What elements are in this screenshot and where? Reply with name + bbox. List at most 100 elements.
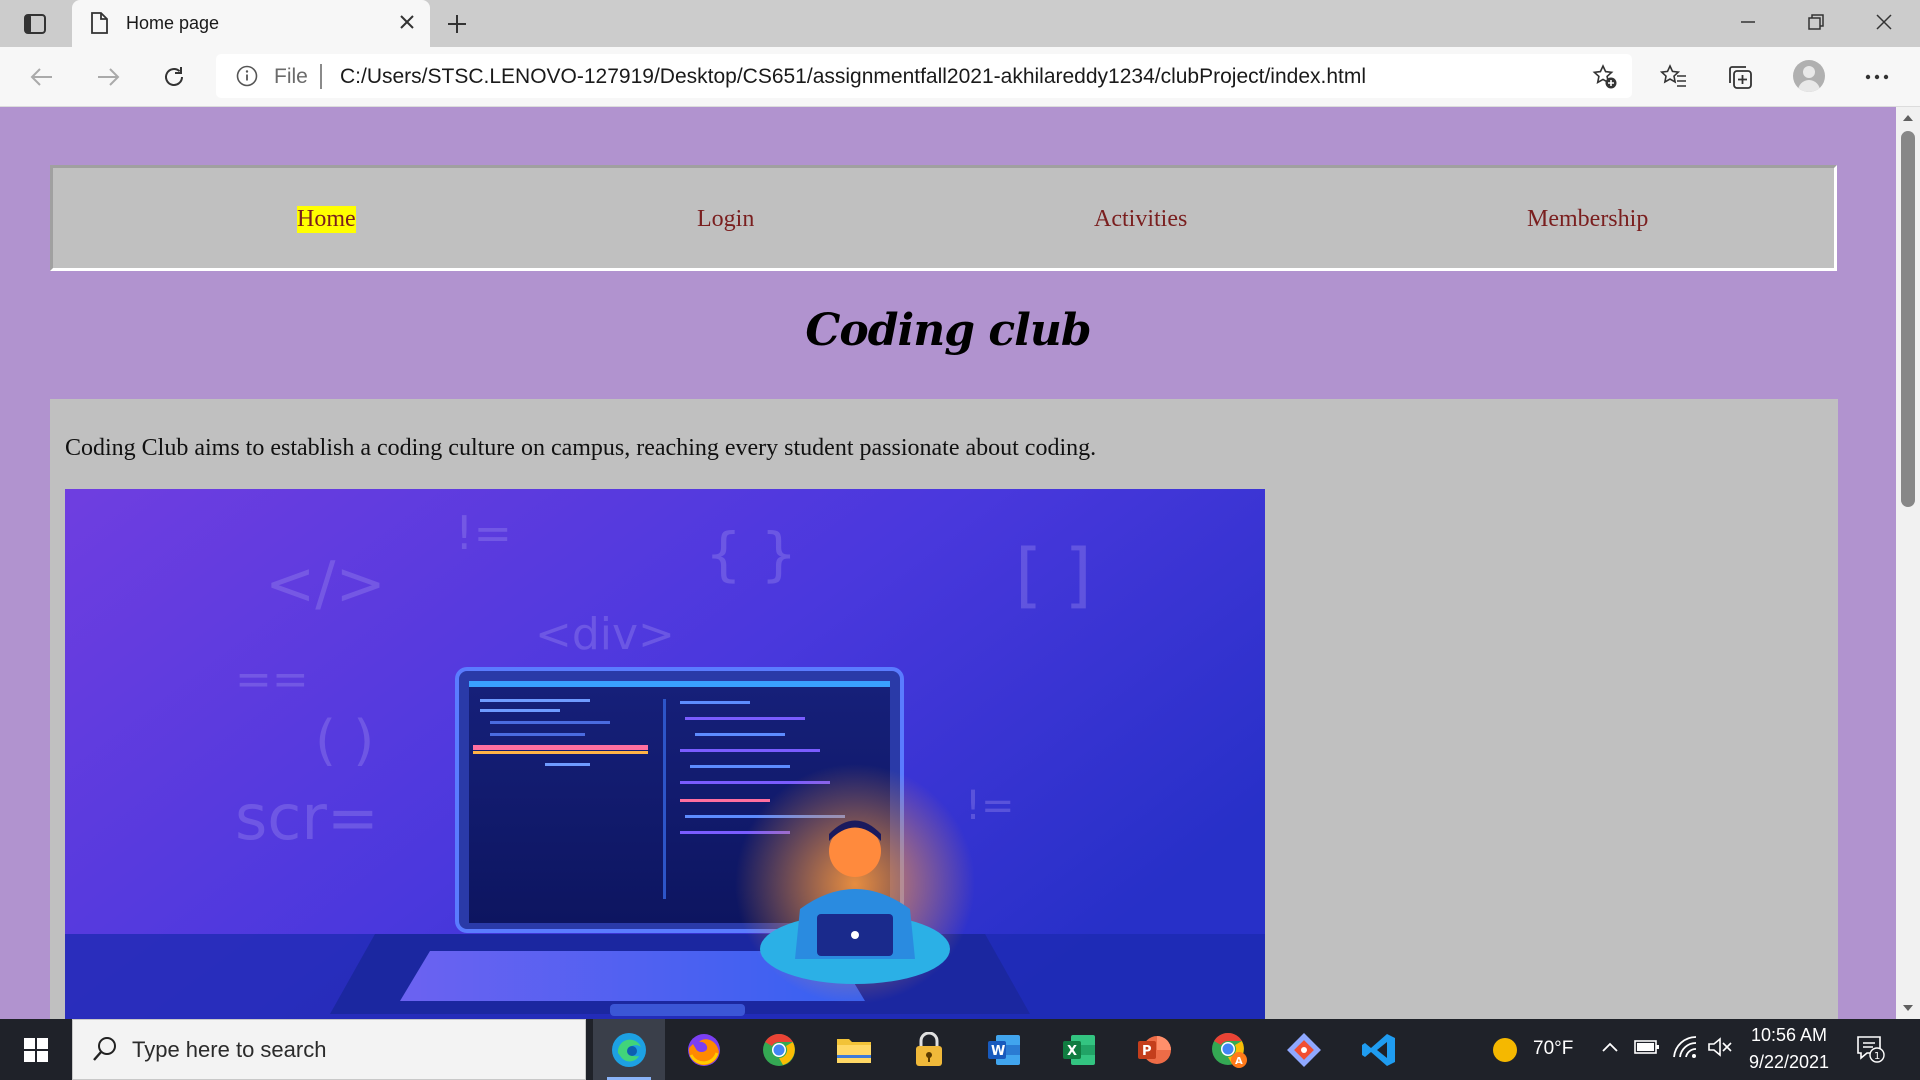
restore-button[interactable] (1782, 0, 1850, 44)
taskbar-vscode[interactable] (1343, 1019, 1415, 1080)
settings-more-button[interactable] (1862, 62, 1892, 92)
refresh-button[interactable] (159, 62, 189, 92)
glyph-neq: != (455, 506, 512, 560)
vscode-icon (1362, 1033, 1395, 1066)
glyph-scr: scr= (235, 781, 379, 854)
scroll-down-arrow-icon[interactable] (1903, 1005, 1913, 1011)
person-illustration (735, 764, 975, 1004)
start-button[interactable] (0, 1019, 72, 1080)
windows-logo-icon (24, 1037, 48, 1062)
refresh-icon (165, 67, 183, 86)
taskbar-powerpoint[interactable]: P (1118, 1019, 1190, 1080)
powerpoint-icon: P (1138, 1035, 1171, 1064)
taskbar-security-app[interactable] (893, 1019, 965, 1080)
action-center-button[interactable]: 1 (1855, 1033, 1885, 1063)
weather-temp[interactable]: 70°F (1533, 1038, 1573, 1060)
chrome-profile-icon: A (1212, 1032, 1247, 1068)
page-title: Coding club (805, 305, 1091, 356)
glyph-braces: { } (705, 520, 797, 588)
glyph-parens: ( ) (315, 709, 374, 772)
lock-icon (916, 1031, 942, 1066)
avatar-body (1798, 80, 1820, 92)
glyph-brackets: [ ] (1015, 534, 1092, 616)
page-icon (91, 12, 108, 34)
excel-icon: X (1063, 1034, 1095, 1065)
taskbar-file-explorer[interactable] (818, 1019, 890, 1080)
volume-muted-icon[interactable] (1707, 1036, 1733, 1058)
battery-icon[interactable] (1634, 1039, 1660, 1055)
notification-count: 1 (1874, 1051, 1880, 1062)
hero-image: </> != { } <div> [ ] == ( ) scr= != (65, 489, 1265, 1019)
taskbar-firefox[interactable] (668, 1019, 740, 1080)
collections-icon (1729, 66, 1752, 89)
browser-tab[interactable]: Home page (72, 0, 430, 47)
favorites-button[interactable] (1659, 62, 1689, 92)
url-scheme: File (274, 65, 308, 88)
close-window-button[interactable] (1850, 0, 1918, 44)
taskbar-chrome-profile[interactable]: A (1193, 1019, 1265, 1080)
taskbar-chrome[interactable] (743, 1019, 815, 1080)
close-icon (1876, 14, 1892, 30)
svg-text:P: P (1142, 1044, 1152, 1059)
tab-actions-icon (24, 14, 46, 34)
svg-text:A: A (1235, 1056, 1243, 1067)
taskbar-git[interactable] (1268, 1019, 1340, 1080)
profile-avatar[interactable] (1793, 60, 1825, 92)
browser-toolbar: File C:/Users/STSC.LENOVO-127919/Desktop… (0, 47, 1920, 107)
glyph-div: <div> (535, 609, 675, 660)
nav-link-home[interactable]: Home (297, 206, 356, 233)
taskbar-search[interactable]: Type here to search (72, 1019, 586, 1080)
nav-link-activities[interactable]: Activities (1094, 206, 1187, 233)
glyph-eq: == (235, 654, 309, 705)
favorites-icon (1660, 64, 1686, 87)
weather-icon[interactable] (1490, 1035, 1520, 1065)
minimize-icon (1741, 21, 1755, 23)
avatar-head (1803, 66, 1815, 78)
forward-button[interactable] (93, 62, 123, 92)
taskbar-excel[interactable]: X (1043, 1019, 1115, 1080)
address-separator (320, 64, 322, 89)
screen-topbar (469, 681, 890, 687)
nav-link-login[interactable]: Login (697, 206, 754, 233)
chrome-icon (763, 1033, 795, 1066)
windows-taskbar: Type here to search W X P A 70°F 10:56 A… (0, 1019, 1920, 1080)
scroll-up-arrow-icon[interactable] (1903, 115, 1913, 121)
more-icon (1865, 74, 1889, 80)
wifi-icon[interactable] (1672, 1035, 1698, 1059)
url-text[interactable]: C:/Users/STSC.LENOVO-127919/Desktop/CS65… (340, 65, 1366, 89)
clock-time[interactable]: 10:56 AM (1744, 1025, 1834, 1046)
minimize-button[interactable] (1714, 0, 1782, 44)
collections-button[interactable] (1725, 62, 1755, 92)
svg-text:W: W (991, 1044, 1005, 1059)
back-button[interactable] (27, 62, 57, 92)
scroll-thumb[interactable] (1901, 131, 1915, 507)
clock-date[interactable]: 9/22/2021 (1734, 1052, 1844, 1073)
add-favorite-icon[interactable] (1592, 64, 1618, 90)
nav-link-membership[interactable]: Membership (1527, 206, 1648, 233)
glyph-neq-right: != (965, 783, 1015, 829)
close-tab-icon[interactable] (398, 13, 416, 31)
search-icon (93, 1037, 116, 1061)
restore-icon (1808, 14, 1824, 30)
tab-actions-button[interactable] (18, 11, 52, 37)
info-icon[interactable] (236, 65, 258, 87)
git-icon (1287, 1032, 1321, 1067)
new-tab-button[interactable] (443, 10, 471, 38)
content-panel: Coding Club aims to establish a coding c… (50, 399, 1838, 1019)
folder-icon (837, 1038, 871, 1063)
svg-text:X: X (1067, 1044, 1077, 1059)
intro-text: Coding Club aims to establish a coding c… (65, 435, 1097, 461)
laptop-trackpad (610, 1004, 745, 1016)
notification-icon: 1 (1857, 1036, 1885, 1063)
back-arrow-icon (30, 68, 52, 86)
browser-titlebar: Home page (0, 0, 1920, 47)
show-hidden-icons-icon[interactable] (1601, 1041, 1619, 1053)
address-bar[interactable]: File C:/Users/STSC.LENOVO-127919/Desktop… (216, 54, 1632, 98)
taskbar-word[interactable]: W (968, 1019, 1040, 1080)
search-placeholder: Type here to search (132, 1037, 327, 1062)
firefox-icon (688, 1033, 720, 1066)
site-navbar: Home Login Activities Membership (50, 165, 1837, 271)
page-scrollbar[interactable] (1896, 107, 1920, 1019)
forward-arrow-icon (98, 68, 120, 86)
taskbar-edge[interactable] (593, 1019, 665, 1080)
